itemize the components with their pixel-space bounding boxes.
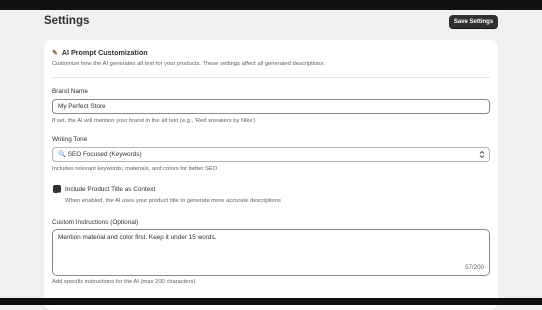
custom-instructions-label: Custom Instructions (Optional) xyxy=(52,219,139,226)
page-title: Settings xyxy=(44,15,90,27)
writing-tone-label: Writing Tone xyxy=(52,136,88,143)
section-description: Customize how the AI generates alt text … xyxy=(52,61,326,67)
include-title-label[interactable]: Include Product Title as Context xyxy=(65,186,155,193)
check-icon xyxy=(54,192,60,197)
custom-instructions-textarea[interactable]: Mention material and color first. Keep i… xyxy=(52,229,490,276)
chevron-up-down-icon xyxy=(479,150,485,159)
section-title: ✎ AI Prompt Customization xyxy=(52,48,148,57)
writing-tone-select[interactable]: 🔍 SEO Focused (Keywords) xyxy=(52,147,490,162)
brand-name-input[interactable]: My Perfect Store xyxy=(52,99,490,114)
divider xyxy=(52,77,490,78)
custom-instructions-value: Mention material and color first. Keep i… xyxy=(58,234,217,241)
writing-tone-value: 🔍 SEO Focused (Keywords) xyxy=(58,151,142,158)
custom-instructions-help: Add specific instructions for the AI (ma… xyxy=(52,279,196,285)
writing-tone-help: Includes relevant keywords, materials, a… xyxy=(52,166,218,172)
character-count: 57/200 xyxy=(465,264,484,271)
brand-name-help: If set, the AI will mention your brand i… xyxy=(52,118,256,124)
top-bar xyxy=(0,0,542,10)
settings-card: ✎ AI Prompt Customization Customize how … xyxy=(44,40,498,310)
brand-name-label: Brand Name xyxy=(52,88,88,95)
save-settings-button[interactable]: Save Settings xyxy=(449,15,498,29)
include-title-checkbox[interactable] xyxy=(53,185,61,197)
pencil-icon: ✎ xyxy=(52,48,59,57)
include-title-help: When enabled, the AI uses your product t… xyxy=(65,198,281,204)
section-title-text: AI Prompt Customization xyxy=(61,48,148,57)
bottom-bar xyxy=(0,298,542,305)
